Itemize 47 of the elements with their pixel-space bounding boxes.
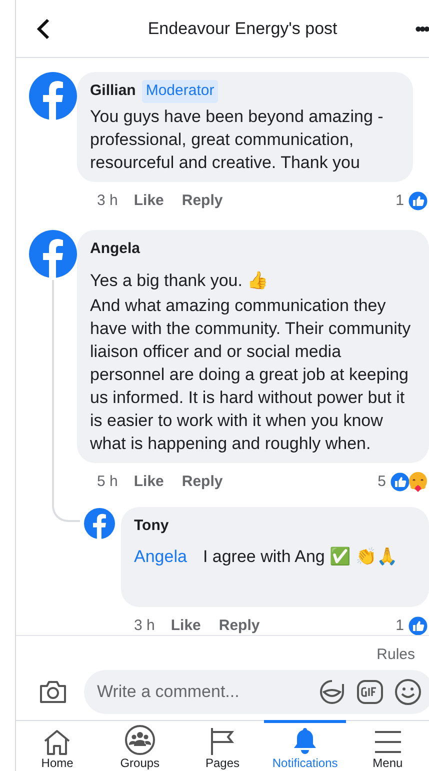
nav-tab[interactable]: Menu	[346, 720, 429, 771]
facebook-logo-icon	[29, 72, 77, 120]
home-icon	[42, 728, 72, 756]
timestamp: 5 h	[97, 472, 118, 492]
timestamp: 3 h	[97, 190, 118, 210]
camera-icon	[38, 679, 68, 705]
hugging-face-icon	[407, 470, 429, 493]
facebook-logo-icon	[84, 508, 115, 539]
author-name[interactable]: Gillian	[90, 80, 136, 102]
sticker-icon[interactable]	[318, 678, 346, 706]
camera-button[interactable]	[38, 679, 68, 705]
gif-icon[interactable]	[356, 678, 384, 706]
page-title: Endeavour Energy's post	[146, 18, 338, 40]
nav-tab[interactable]: Home	[16, 720, 99, 771]
reaction-count: 1	[396, 190, 404, 210]
reply-link[interactable]: Reply	[182, 190, 223, 212]
groups-icon	[124, 724, 156, 756]
thumbs-up-icon	[407, 190, 429, 212]
reaction-count: 5	[378, 472, 386, 492]
nav-tab[interactable]: Notifications	[264, 720, 346, 771]
mention-link[interactable]: Angela	[134, 544, 187, 569]
like-link[interactable]: Like	[134, 190, 164, 212]
smiley-icon[interactable]	[394, 678, 422, 706]
comment-text: Yes a big thank you. 👍	[90, 270, 270, 292]
comment-input[interactable]: Write a comment...	[97, 679, 318, 705]
rules-link[interactable]: Rules	[376, 644, 415, 670]
reply-text: I agree with Ang ✅ 👏🙏	[202, 546, 398, 568]
like-link[interactable]: Like	[134, 470, 164, 493]
comment-text: And what amazing communication they have with the community. Their community liaison officer and or social media personnel are doing a great job at keeping us informed. It is hard without power but it is easier to work with it when you know what is happening and roughly when.	[90, 294, 412, 454]
moderator-badge: Moderator	[142, 80, 218, 102]
timestamp: 3 h	[134, 616, 155, 635]
thumbs-up-icon	[407, 615, 429, 635]
more-options-button[interactable]: •••	[415, 20, 429, 38]
flag-icon	[208, 726, 236, 756]
nav-tab[interactable]: Pages	[181, 720, 264, 771]
comment-text: You guys have been beyond amazing - professional, great communication, resourceful and creative. Thank you	[90, 106, 384, 174]
nav-tab[interactable]: Groups	[98, 720, 182, 771]
facebook-logo-icon	[29, 230, 77, 278]
reply-link[interactable]: Reply	[182, 470, 223, 493]
author-name[interactable]: Tony	[134, 515, 423, 538]
menu-icon	[374, 728, 402, 756]
comment-field[interactable]: Write a comment...	[84, 670, 429, 714]
thumbs-up-icon	[389, 470, 411, 493]
author-name[interactable]: Angela	[90, 238, 140, 260]
like-link[interactable]: Like	[170, 615, 201, 635]
reply-link[interactable]: Reply	[218, 615, 260, 635]
reaction-count: 1	[396, 616, 404, 635]
